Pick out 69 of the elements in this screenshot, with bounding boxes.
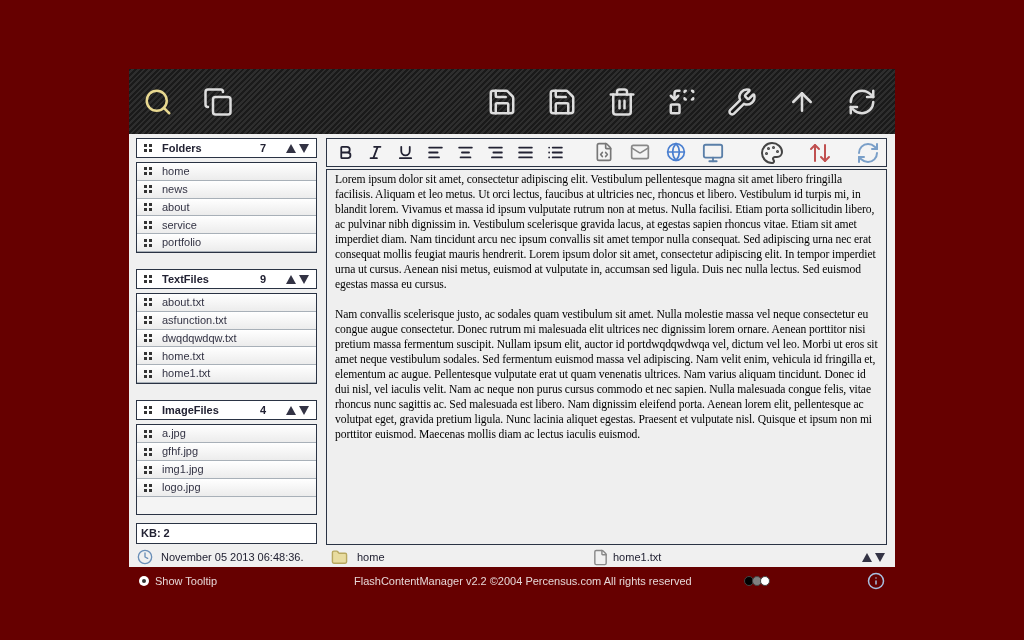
grip-icon — [144, 185, 152, 194]
list-item[interactable]: gfhf.jpg — [137, 443, 316, 461]
scroll-up-icon[interactable] — [286, 274, 296, 284]
align-justify-icon[interactable] — [517, 144, 534, 161]
scroll-up-icon[interactable] — [286, 405, 296, 415]
grip-icon — [144, 406, 152, 414]
status-folder: home — [357, 549, 386, 565]
section-title: TextFiles — [162, 271, 210, 287]
scroll-down-icon[interactable] — [299, 143, 309, 153]
grip-icon — [144, 238, 152, 247]
grip-icon — [144, 316, 152, 325]
scroll-down-icon[interactable] — [875, 552, 885, 562]
text-editor[interactable] — [326, 169, 887, 545]
underline-icon[interactable] — [397, 144, 414, 161]
globe-icon[interactable] — [666, 141, 686, 162]
list-icon[interactable] — [547, 144, 564, 161]
grip-icon — [144, 144, 152, 152]
code-icon[interactable] — [594, 141, 614, 162]
tooltip-label: Show Tooltip — [155, 573, 218, 589]
grip-icon — [144, 369, 152, 378]
section-count: 9 — [259, 271, 266, 287]
list-item[interactable]: logo.jpg — [137, 479, 316, 497]
tools-icon[interactable] — [727, 86, 757, 117]
grip-icon — [144, 465, 152, 474]
folder-icon — [331, 548, 348, 566]
status-date: November 05 2013 06:48:36. — [161, 549, 305, 565]
grip-icon — [144, 351, 152, 360]
font-color-icon[interactable] — [760, 140, 784, 165]
section-count: 7 — [259, 140, 266, 156]
grip-icon — [144, 429, 152, 438]
section-title: Folders — [162, 140, 203, 156]
section-count: 4 — [259, 402, 266, 418]
grip-icon — [144, 275, 152, 283]
grip-icon — [144, 447, 152, 456]
clock-icon — [137, 549, 153, 565]
status-file: home1.txt — [613, 549, 663, 565]
list-item[interactable]: about.txt — [137, 294, 316, 312]
scroll-down-icon[interactable] — [299, 405, 309, 415]
list-item[interactable]: home — [137, 163, 316, 181]
list-item[interactable]: a.jpg — [137, 425, 316, 443]
copyright-text: FlashContentManager v2.2 ©2004 Percensus.com All rights reserved — [354, 573, 693, 589]
align-left-icon[interactable] — [427, 144, 444, 161]
list-item[interactable]: portfolio — [137, 234, 316, 252]
grip-icon — [144, 220, 152, 229]
list-item[interactable]: home1.txt — [137, 365, 316, 383]
kb-size: KB: 2 — [136, 523, 317, 544]
scroll-up-icon[interactable] — [286, 143, 296, 153]
editor-paragraph: Nam convallis scelerisque justo, ac sodales quam vestibulum sit amet. Nulla molestie massa vel neque consectetur eu congue augue consectetur. Donec rutrum mi malesuada elit ultrices nec dignissim lorem ornare. Aenean porttitor nisi pretium massa fermentum suscipit. Nullam ipsum elit, auctor id portdwqdqwdwqa vel, dictum vel leo. Morbi ut eros sit amet neque vestibulum sodales. Sed fermentum euismod massa vel adipiscing. Nam velit enim, vehicula id fringilla et, elementum ac augue. Pellentesque vulputate erat ut quam venenatis ultrices. Nam varius aliquam tincidunt. Donec id dui nisl, vel iaculis velit. Nam ac neque non purus cursus commodo et nec sapien. Nulla malesuada congue felis, vitae rhoncus nunc sagittis ac. Sed malesuada est libero. Nam dignissim eleifend porta. Aenean lorem elit, pellentesque ac volutpat eget, gravida pretium ligula. Nunc lacinia aliquet egestas. Praesent et vulputate nisl. Quisque et ipsum non mi porttitor euismod. Maecenas mollis diam ac lectus iaculis euismod. — [335, 307, 878, 442]
delete-icon[interactable] — [607, 86, 637, 117]
section-title: ImageFiles — [162, 402, 220, 418]
editor-paragraph: Lorem ipsum dolor sit amet, consectetur adipiscing elit. Vestibulum pellentesque magna sit amet libero fringilla facilisis. Aliquam et leo metus. Ut orci lectus, faucibus at ultricies nec, rhoncus et libero. Vestibulum id turpis mi, in blandit lorem. Vivamus et massa id ipsum vulputate rutrum non at metus. Nulla facilisi. Etiam porta sollicitudin libero, ac pulvinar nibh dignissim in. Vestibulum scelerisque gravida lacus, at egestas sapien rhoncus vitae. Etiam sit amet imperdiet diam. Nam tincidunt arcu nec ipsum convallis sit amet tempor nulla consequat. Sed adipiscing urna nec erat consequat mollis feugiat mauris hendrerit. Lorem ipsum dolor sit amet, consectetur adipiscing elit. In tempor imperdiet urna ut cursus. Aenean nisi metus, euismod at vulputate in, accumsan sed ligula. Duis nec nulla lectus. Sed euismod egestas massa eu cursus. — [335, 172, 877, 292]
scroll-up-icon[interactable] — [862, 552, 872, 562]
bold-icon[interactable] — [337, 144, 354, 161]
copy-icon[interactable] — [203, 86, 233, 117]
italic-icon[interactable] — [367, 144, 384, 161]
align-center-icon[interactable] — [457, 144, 474, 161]
grip-icon — [144, 483, 152, 492]
info-icon[interactable] — [867, 572, 885, 590]
scroll-down-icon[interactable] — [299, 274, 309, 284]
grip-icon — [144, 334, 152, 342]
grip-icon — [144, 167, 152, 176]
list-item[interactable]: home.txt — [137, 347, 316, 366]
tooltip-radio[interactable] — [139, 576, 149, 586]
align-right-icon[interactable] — [487, 144, 504, 161]
grip-icon — [144, 203, 152, 211]
file-icon — [592, 548, 609, 566]
list-item[interactable]: service — [137, 216, 316, 235]
grip-icon — [144, 298, 152, 307]
list-item[interactable]: img1.jpg — [137, 461, 316, 479]
